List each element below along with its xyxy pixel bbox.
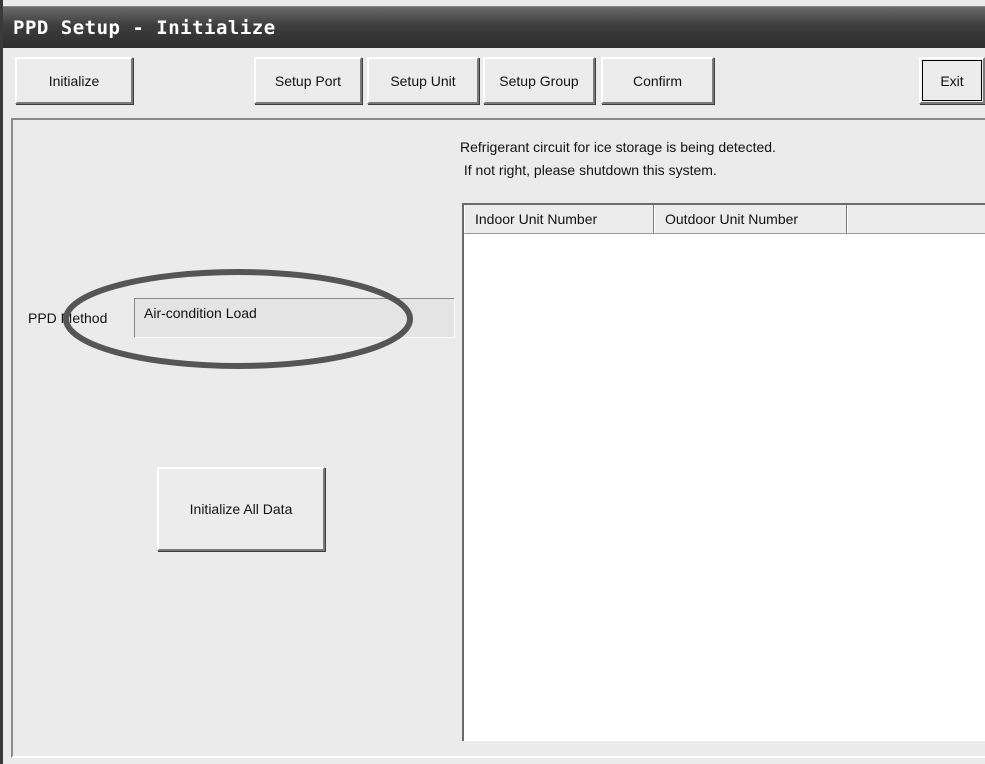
column-header-indoor-unit-number[interactable]: Indoor Unit Number — [464, 205, 654, 233]
detection-message-line1: Refrigerant circuit for ice storage is b… — [460, 139, 776, 155]
setup-group-button[interactable]: Setup Group — [483, 57, 595, 104]
exit-button[interactable]: Exit — [919, 57, 985, 104]
unit-list[interactable]: Indoor Unit Number Outdoor Unit Number — [462, 203, 985, 741]
ppd-method-field: Air-condition Load — [134, 298, 455, 338]
detection-message-line2: If not right, please shutdown this syste… — [460, 162, 717, 178]
column-header-outdoor-unit-number[interactable]: Outdoor Unit Number — [654, 205, 847, 233]
setup-unit-button[interactable]: Setup Unit — [367, 57, 479, 104]
app-window: PPD Setup - Initialize Initialize Setup … — [0, 0, 985, 764]
column-header-filler — [847, 205, 985, 233]
confirm-button[interactable]: Confirm — [601, 57, 714, 104]
window-title: PPD Setup - Initialize — [13, 17, 276, 39]
title-bar[interactable]: PPD Setup - Initialize — [3, 6, 985, 48]
setup-port-button[interactable]: Setup Port — [254, 57, 362, 104]
ppd-method-label: PPD Method — [28, 310, 108, 326]
initialize-all-data-button[interactable]: Initialize All Data — [157, 467, 325, 551]
unit-list-header: Indoor Unit Number Outdoor Unit Number — [464, 205, 985, 234]
initialize-tab-button[interactable]: Initialize — [15, 57, 133, 104]
